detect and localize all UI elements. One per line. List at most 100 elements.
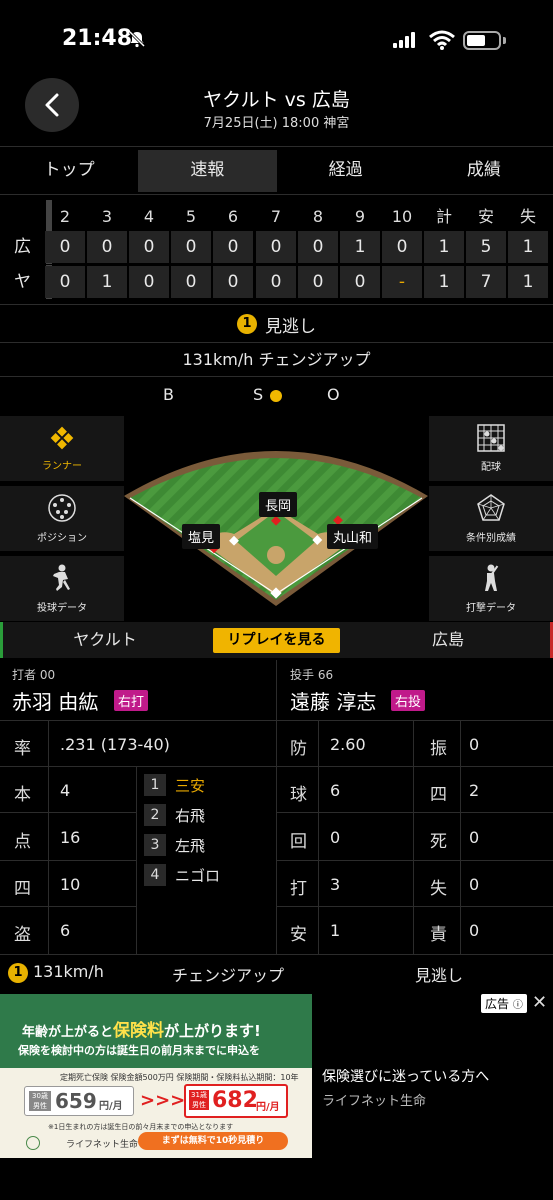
ad-info-icon: ⓘ xyxy=(512,1000,523,1011)
stat-value: 0 xyxy=(469,921,480,940)
stat-value: 0 xyxy=(330,828,341,847)
pitch-pattern-button[interactable]: 配球 xyxy=(429,416,553,482)
pitcher-name[interactable]: 遠藤 淳志 xyxy=(290,686,376,715)
divider xyxy=(276,766,553,767)
ad-side-title: 保険選びに迷っている方へ xyxy=(322,1069,490,1085)
bell-slash-icon xyxy=(128,30,146,48)
stat-key: 回 xyxy=(290,832,307,852)
pitch-data-button[interactable]: 投球データ xyxy=(0,556,124,622)
score-cell: 0 xyxy=(256,231,296,263)
divider xyxy=(136,766,137,954)
hits-cell: 5 xyxy=(466,231,506,263)
ad-image: 年齢が上がると保険料が上がります! 保険を検討中の方は誕生日の前月末までに申込を… xyxy=(0,994,312,1158)
inning-header: 9 xyxy=(354,207,366,226)
divider xyxy=(0,860,136,861)
pitch-result-text: 見逃し xyxy=(265,316,316,337)
stat-key: 防 xyxy=(290,739,307,759)
divider xyxy=(0,954,553,955)
score-cell: 0 xyxy=(382,231,422,263)
at-bat-result: ニゴロ xyxy=(175,867,221,885)
at-bat-result: 三安 xyxy=(175,777,206,795)
split-stats-button[interactable]: 条件別成績 xyxy=(429,486,553,552)
game-datetime: 7月25日(土) 18:00 神宮 xyxy=(203,116,350,131)
ad-headline-area: 年齢が上がると保険料が上がります! 保険を検討中の方は誕生日の前月末までに申込を xyxy=(0,994,312,1068)
ad-badge[interactable]: 広告 ⓘ xyxy=(481,994,527,1013)
score-cell: 0 xyxy=(298,266,338,298)
batting-data-button[interactable]: 打撃データ xyxy=(429,556,553,622)
stat-key: 失 xyxy=(430,879,447,899)
score-cell: 0 xyxy=(171,266,211,298)
team-abbr: ヤ xyxy=(14,272,31,292)
ad-age-b: 31歳 男性 xyxy=(189,1090,209,1110)
count-outs-label: O xyxy=(327,385,340,404)
runner-button[interactable]: ランナー xyxy=(0,416,124,482)
pitch-type: 131km/h チェンジアップ xyxy=(182,350,371,369)
stat-value: 16 xyxy=(60,828,81,847)
at-bat-result: 左飛 xyxy=(175,837,206,855)
tab-top[interactable]: トップ xyxy=(0,150,138,192)
position-button[interactable]: ポジション xyxy=(0,486,124,552)
divider xyxy=(276,720,277,954)
stat-key: 球 xyxy=(290,785,307,805)
ad-subline: 保険を検討中の方は誕生日の前月末までに申込を xyxy=(18,1044,260,1057)
stat-key: 点 xyxy=(14,832,31,852)
replay-button[interactable]: リプレイを見る xyxy=(213,628,340,653)
stat-value: 3 xyxy=(330,875,341,894)
inning-header: 8 xyxy=(312,207,324,226)
ad-plan: 定期死亡保険 保険金額500万円 保険期間・保険料払込期間：10年 xyxy=(60,1073,299,1082)
at-bat-number: 1 xyxy=(144,774,166,796)
total-cell: 1 xyxy=(424,266,464,298)
stat-value: 4 xyxy=(60,781,71,800)
ad-price-before: 30歳 男性 659 円/月 xyxy=(24,1086,134,1116)
ad-banner[interactable]: 年齢が上がると保険料が上がります! 保険を検討中の方は誕生日の前月末までに申込を… xyxy=(0,992,553,1160)
divider xyxy=(0,146,553,147)
inning-header: 10 xyxy=(391,207,413,226)
stat-value: 2.60 xyxy=(330,735,366,754)
divider xyxy=(276,860,553,861)
close-icon[interactable]: ✕ xyxy=(532,992,547,1013)
wifi-icon xyxy=(429,30,455,50)
pitcher-icon xyxy=(53,564,70,591)
pitch-summary-row[interactable]: 1 131km/h チェンジアップ 見逃し xyxy=(0,956,553,990)
runner-label: ランナー xyxy=(42,461,82,472)
radar-chart-icon xyxy=(477,494,505,521)
stat-value: 1 xyxy=(330,921,341,940)
pitch-speed: 131km/h xyxy=(33,962,104,981)
pitcher-label: 投手 66 xyxy=(290,668,334,682)
tab-stats[interactable]: 成績 xyxy=(415,150,553,192)
fielder-right: 丸山和 xyxy=(327,524,379,549)
batter-icon xyxy=(485,564,499,591)
away-team-name: 広島 xyxy=(431,630,464,649)
team-bar: ヤクルト リプレイを見る 広島 xyxy=(0,622,553,658)
tab-bar: トップ 速報 経過 成績 xyxy=(0,150,553,192)
strike-indicator xyxy=(270,390,282,402)
batter-label: 打者 00 xyxy=(12,668,56,682)
hits-header: 安 xyxy=(477,207,494,226)
stat-key: 率 xyxy=(14,739,31,759)
arrow-icon: >>> xyxy=(140,1090,186,1111)
page-title: ヤクルト vs 広島 xyxy=(203,89,350,111)
score-cell: 0 xyxy=(45,231,85,263)
stat-value: .231 (173-40) xyxy=(60,735,170,754)
tab-live[interactable]: 速報 xyxy=(138,150,277,192)
count-strikes-label: S xyxy=(253,385,264,404)
batter-hand-badge: 右打 xyxy=(114,690,149,711)
score-cell: 0 xyxy=(213,231,253,263)
stat-key: 打 xyxy=(290,879,307,899)
batter-name[interactable]: 赤羽 由紘 xyxy=(12,686,98,715)
ad-cta-button[interactable]: まずは無料で10秒見積り xyxy=(138,1132,288,1150)
total-cell: 1 xyxy=(424,231,464,263)
score-cell: 0 xyxy=(45,266,85,298)
stat-value: 6 xyxy=(60,921,71,940)
pitch-grid-icon xyxy=(477,424,505,452)
pitch-data-label: 投球データ xyxy=(37,603,87,614)
battery-tip xyxy=(503,37,506,44)
home-team-color xyxy=(0,622,3,658)
scoreboard-row-home: ヤ 0 1 0 0 0 0 0 0 - 1 7 1 xyxy=(0,265,553,299)
stat-value: 10 xyxy=(60,875,81,894)
stat-key: 四 xyxy=(14,879,31,899)
cellular-signal-icon xyxy=(393,32,415,48)
ad-headline-3: が上がります! xyxy=(164,1022,261,1040)
tab-progress[interactable]: 経過 xyxy=(277,150,415,192)
score-cell: 1 xyxy=(87,266,127,298)
